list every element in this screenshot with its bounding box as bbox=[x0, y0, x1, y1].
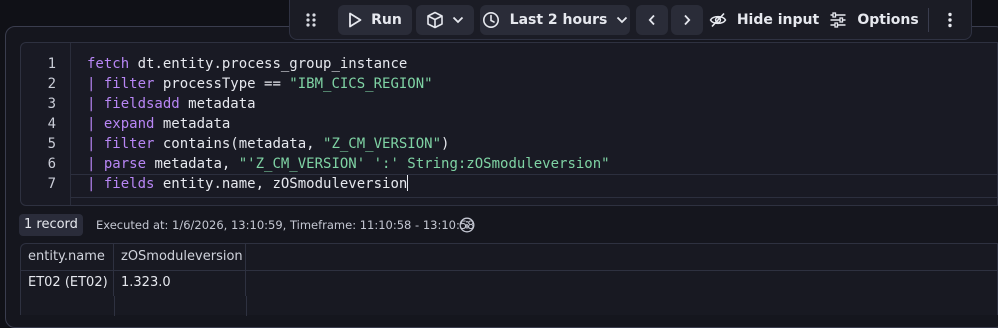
code-text: contains(metadata, bbox=[154, 136, 324, 152]
run-label: Run bbox=[371, 12, 402, 28]
chevron-right-icon bbox=[683, 14, 691, 26]
data-model-dropdown[interactable] bbox=[416, 5, 474, 35]
line-number: 3 bbox=[47, 96, 56, 112]
text-cursor bbox=[407, 175, 409, 191]
line-number-gutter: 1 2 3 4 5 6 7 bbox=[21, 43, 71, 205]
timeframe-selector[interactable]: Last 2 hours bbox=[480, 5, 630, 35]
eye-off-icon bbox=[709, 12, 727, 28]
line-number: 1 bbox=[47, 56, 56, 72]
code-keyword: | parse bbox=[87, 156, 147, 172]
code-text: entity.name, zOSmoduleversion bbox=[154, 176, 408, 192]
query-editor[interactable]: 1 2 3 4 5 6 7 fetch dt.entity.process_gr… bbox=[20, 42, 998, 206]
timeframe-label: Last 2 hours bbox=[509, 12, 608, 28]
table-header-row: entity.name zOSmoduleversion bbox=[21, 244, 997, 271]
code-keyword: | fieldsadd bbox=[87, 96, 180, 112]
code-keyword: fetch bbox=[87, 56, 130, 72]
code-text: dt.entity.process_group_instance bbox=[129, 56, 408, 72]
code-line[interactable]: fetch dt.entity.process_group_instance bbox=[87, 54, 407, 74]
code-text: metadata bbox=[179, 96, 256, 112]
table-cell: 1.323.0 bbox=[114, 270, 246, 296]
code-line[interactable]: | fieldsadd metadata bbox=[87, 94, 256, 114]
info-icon[interactable] bbox=[459, 217, 475, 237]
line-number: 7 bbox=[47, 176, 56, 192]
code-text: processType == bbox=[154, 76, 290, 92]
line-number: 2 bbox=[47, 76, 56, 92]
table-cell: ET02 (ET02) bbox=[21, 270, 114, 296]
code-line[interactable]: | filter processType == "IBM_CICS_REGION… bbox=[87, 74, 433, 94]
line-number: 6 bbox=[47, 156, 56, 172]
options-label: Options bbox=[857, 12, 919, 28]
toolbar-divider bbox=[928, 8, 929, 32]
column-divider bbox=[114, 296, 115, 316]
code-text: metadata bbox=[154, 116, 231, 132]
drag-handle-icon bbox=[305, 12, 317, 28]
chevron-down-icon bbox=[616, 16, 628, 24]
code-keyword: | filter bbox=[87, 136, 155, 152]
execution-info: Executed at: 1/6/2026, 13:10:59, Timefra… bbox=[96, 218, 475, 232]
code-line[interactable]: | expand metadata bbox=[87, 114, 230, 134]
code-text: metadata, bbox=[146, 156, 239, 172]
code-keyword: | filter bbox=[87, 76, 155, 92]
results-table: entity.name zOSmoduleversion ET02 (ET02)… bbox=[20, 243, 998, 316]
chevron-down-icon bbox=[452, 16, 464, 24]
line-number: 4 bbox=[47, 116, 56, 132]
code-keyword: | fields bbox=[87, 176, 155, 192]
code-string: "IBM_CICS_REGION" bbox=[289, 76, 433, 92]
options-button[interactable]: Options bbox=[824, 5, 924, 35]
play-icon bbox=[348, 12, 362, 28]
chevron-left-icon bbox=[648, 14, 656, 26]
drag-handle[interactable] bbox=[300, 5, 322, 35]
code-line[interactable]: | fields entity.name, zOSmoduleversion bbox=[87, 174, 409, 194]
run-button[interactable]: Run bbox=[338, 5, 412, 35]
sliders-icon bbox=[829, 12, 847, 28]
line-number: 5 bbox=[47, 136, 56, 152]
code-string: "'Z_CM_VERSION' ':' String:zOSmodulevers… bbox=[238, 156, 610, 172]
column-header-entity-name[interactable]: entity.name bbox=[21, 244, 114, 270]
more-actions-button[interactable] bbox=[938, 5, 962, 35]
code-line[interactable]: | parse metadata, "'Z_CM_VERSION' ':' St… bbox=[87, 154, 610, 174]
hide-input-button[interactable]: Hide input bbox=[708, 5, 820, 35]
column-divider bbox=[246, 296, 247, 316]
record-count-badge: 1 record bbox=[19, 214, 83, 236]
query-toolbar: Run Last 2 hours Hide input Options bbox=[289, 0, 972, 40]
code-text: ) bbox=[441, 136, 450, 152]
column-header-zosmoduleversion[interactable]: zOSmoduleversion bbox=[114, 244, 246, 270]
code-line[interactable]: | filter contains(metadata, "Z_CM_VERSIO… bbox=[87, 134, 449, 154]
more-vertical-icon bbox=[948, 12, 952, 28]
cube-icon bbox=[426, 11, 444, 29]
timeframe-next-button[interactable] bbox=[671, 5, 703, 35]
code-keyword: | expand bbox=[87, 116, 155, 132]
clock-icon bbox=[482, 11, 500, 29]
hide-input-label: Hide input bbox=[736, 12, 820, 28]
timeframe-previous-button[interactable] bbox=[636, 5, 668, 35]
table-row[interactable]: ET02 (ET02) 1.323.0 bbox=[21, 270, 997, 296]
code-string: "Z_CM_VERSION" bbox=[323, 136, 442, 152]
